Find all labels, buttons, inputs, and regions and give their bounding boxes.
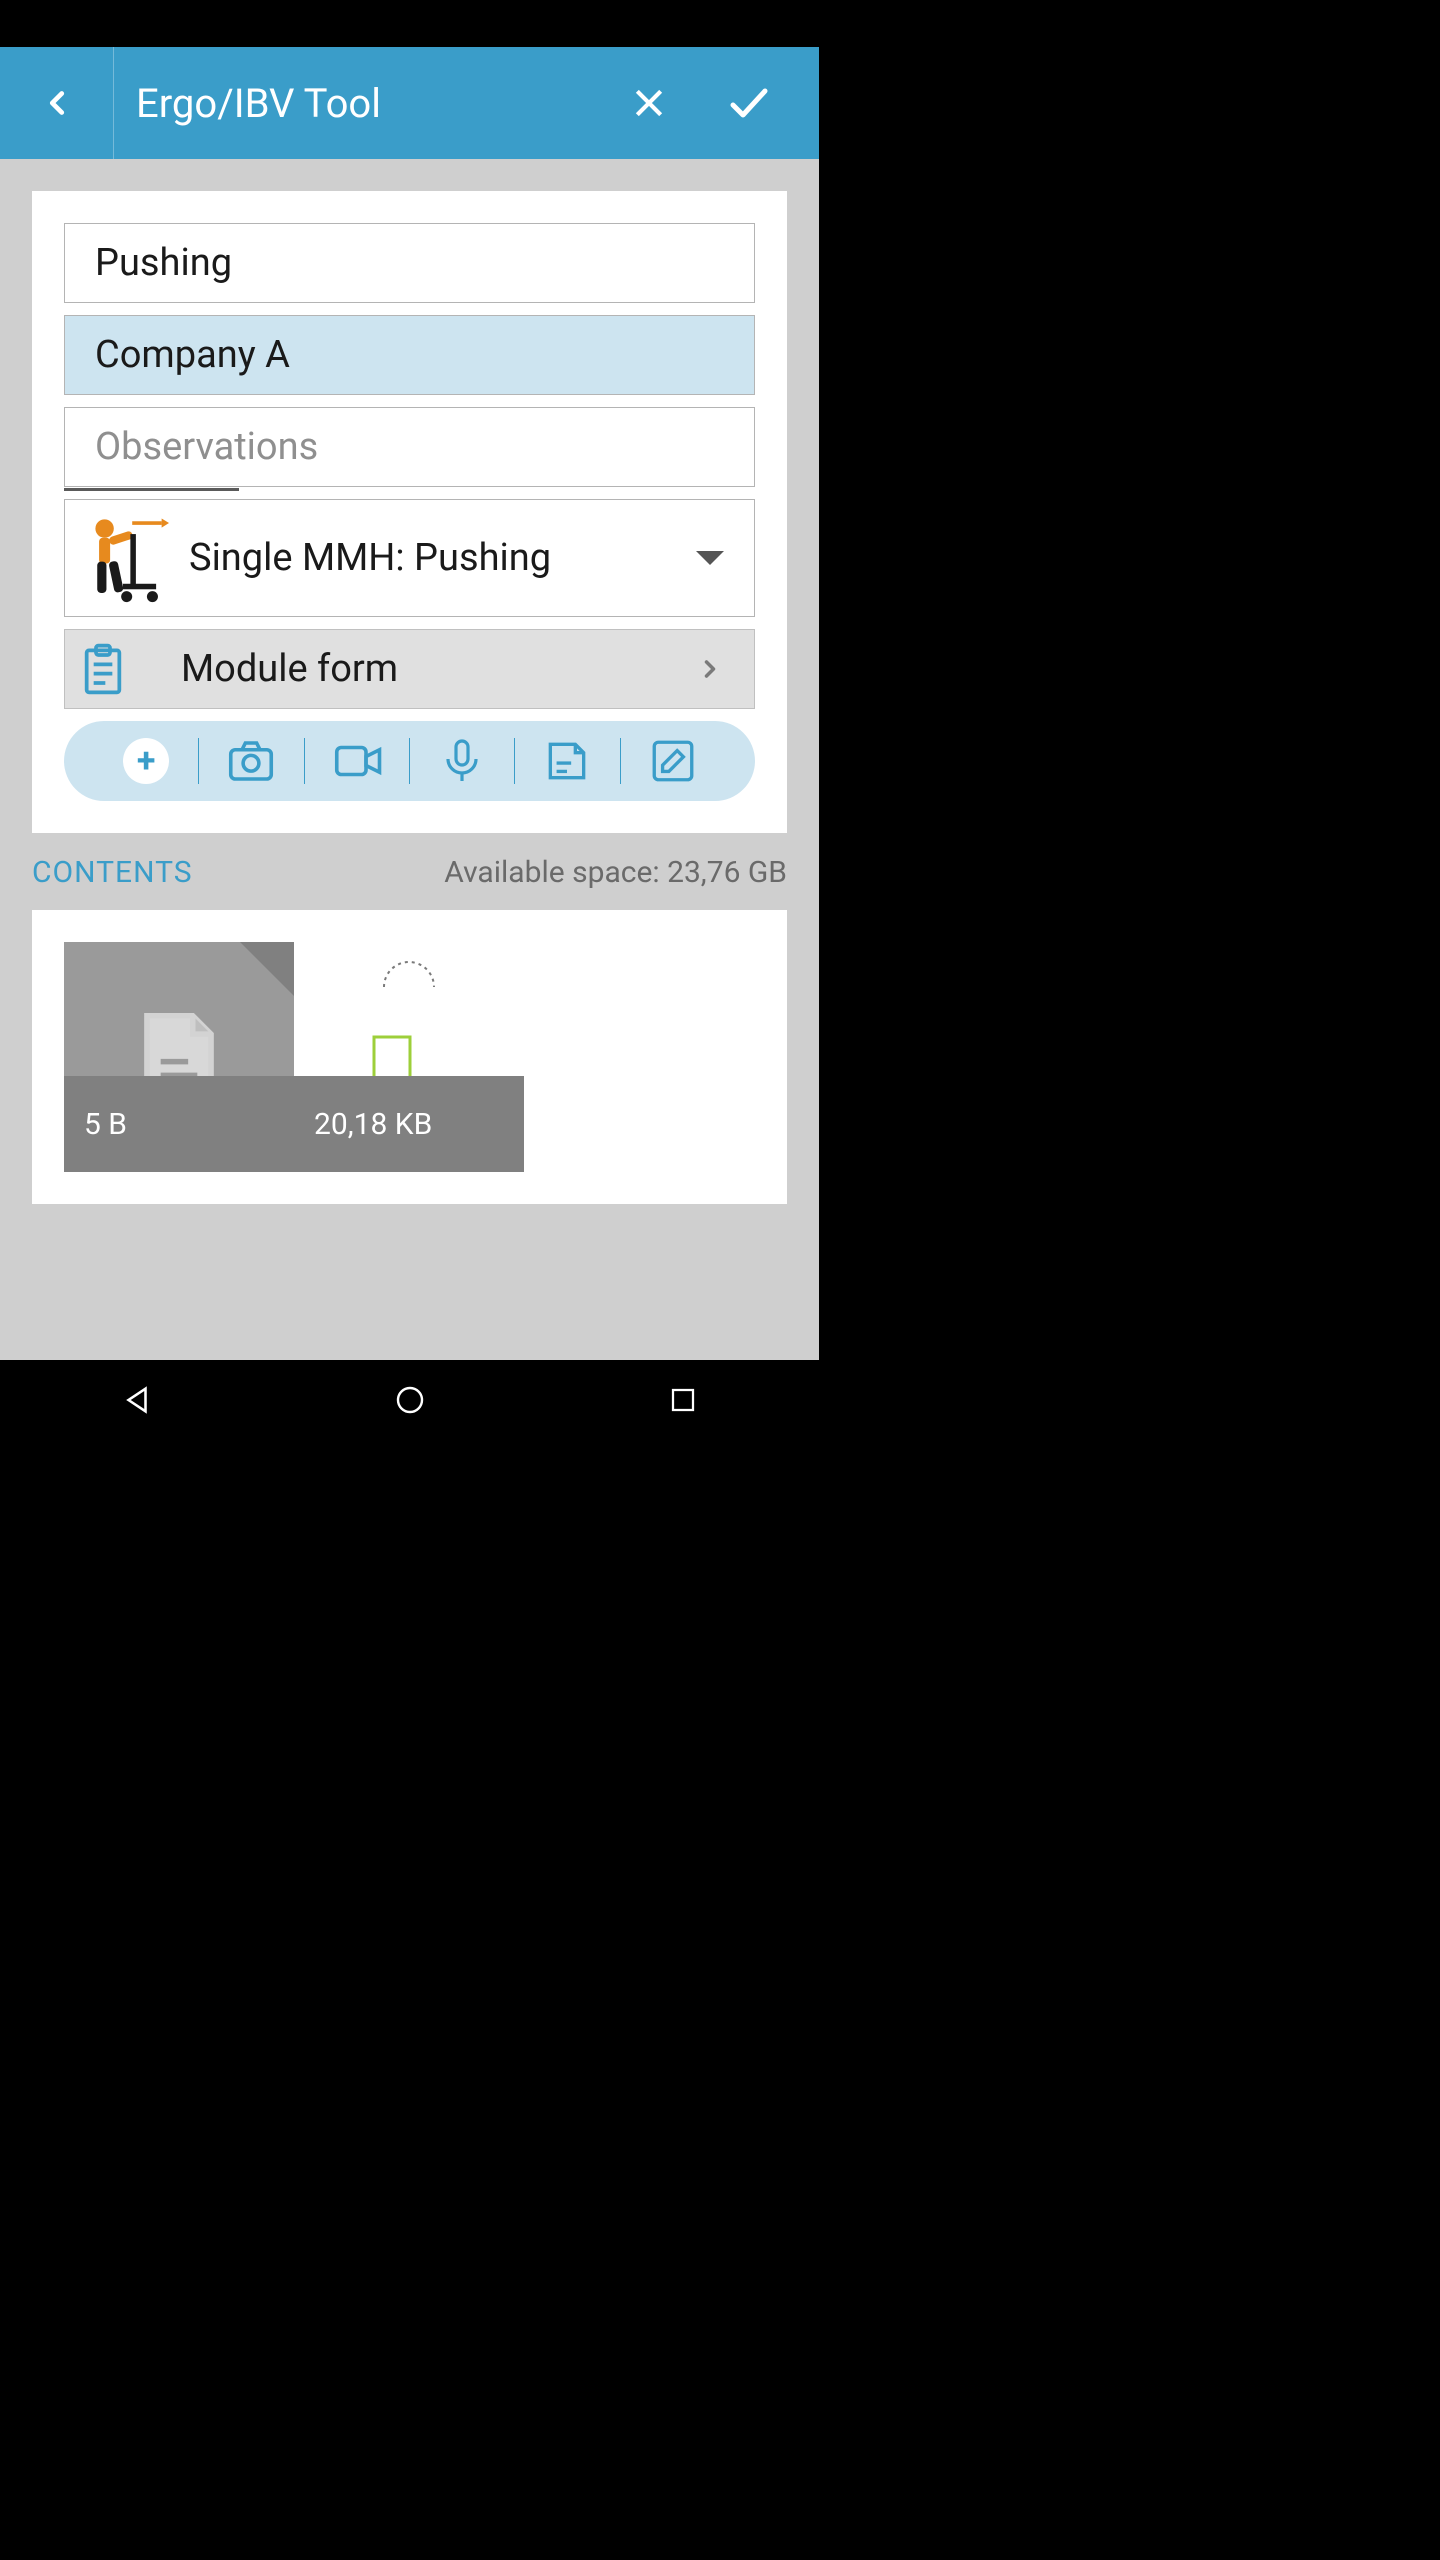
contents-header-row: CONTENTS Available space: 23,76 GB bbox=[32, 833, 787, 910]
app-bar: Ergo/IBV Tool bbox=[0, 47, 819, 159]
company-field[interactable]: Company A bbox=[64, 315, 755, 395]
microphone-icon bbox=[438, 737, 486, 785]
chevron-down-icon bbox=[696, 551, 724, 565]
confirm-button[interactable] bbox=[699, 47, 799, 159]
module-form-label: Module form bbox=[131, 647, 696, 691]
content-area: Pushing Company A Observations bbox=[0, 159, 819, 1360]
text-cursor-underline bbox=[64, 488, 239, 491]
task-name-value: Pushing bbox=[95, 241, 232, 285]
loading-spinner-icon bbox=[379, 952, 439, 996]
pencil-icon bbox=[648, 736, 698, 786]
form-card: Pushing Company A Observations bbox=[32, 191, 787, 833]
camera-icon bbox=[224, 734, 278, 788]
add-attachment-button[interactable]: + bbox=[94, 738, 198, 784]
document-icon bbox=[542, 736, 592, 786]
photo-button[interactable] bbox=[199, 734, 303, 788]
method-label: Single MMH: Pushing bbox=[189, 536, 678, 580]
available-space-label: Available space: 23,76 GB bbox=[444, 855, 787, 890]
chevron-right-icon bbox=[696, 655, 724, 683]
video-button[interactable] bbox=[305, 734, 409, 788]
note-button[interactable] bbox=[515, 736, 619, 786]
android-home-button[interactable] bbox=[360, 1375, 460, 1425]
method-pushing-icon bbox=[75, 510, 171, 606]
observations-placeholder: Observations bbox=[95, 425, 318, 469]
square-recent-icon bbox=[668, 1385, 698, 1415]
file-size-label: 5 B bbox=[64, 1076, 294, 1172]
android-status-bar bbox=[0, 0, 819, 47]
cancel-button[interactable] bbox=[599, 47, 699, 159]
video-icon bbox=[330, 734, 384, 788]
dog-ear-icon bbox=[240, 942, 294, 996]
content-item[interactable]: 5 B bbox=[64, 942, 294, 1172]
clipboard-icon bbox=[75, 641, 131, 697]
content-item[interactable]: 20,18 KB bbox=[294, 942, 524, 1172]
check-icon bbox=[725, 79, 773, 127]
android-navigation-bar bbox=[0, 1360, 819, 1440]
sketch-button[interactable] bbox=[621, 736, 725, 786]
contents-heading: CONTENTS bbox=[32, 855, 193, 890]
back-button[interactable] bbox=[0, 47, 114, 159]
task-name-field[interactable]: Pushing bbox=[64, 223, 755, 303]
android-recent-button[interactable] bbox=[633, 1375, 733, 1425]
plus-icon: + bbox=[123, 738, 169, 784]
close-icon bbox=[629, 83, 669, 123]
android-back-button[interactable] bbox=[87, 1375, 187, 1425]
company-value: Company A bbox=[95, 333, 290, 377]
audio-button[interactable] bbox=[410, 737, 514, 785]
triangle-back-icon bbox=[120, 1383, 154, 1417]
circle-home-icon bbox=[394, 1384, 426, 1416]
contents-grid: 5 B 20,18 KB bbox=[32, 910, 787, 1204]
chevron-left-icon bbox=[38, 84, 76, 122]
observations-field[interactable]: Observations bbox=[64, 407, 755, 487]
attachment-toolbar: + bbox=[64, 721, 755, 801]
file-size-label: 20,18 KB bbox=[294, 1076, 524, 1172]
module-form-row[interactable]: Module form bbox=[64, 629, 755, 709]
page-title: Ergo/IBV Tool bbox=[114, 80, 599, 127]
method-selector[interactable]: Single MMH: Pushing bbox=[64, 499, 755, 617]
